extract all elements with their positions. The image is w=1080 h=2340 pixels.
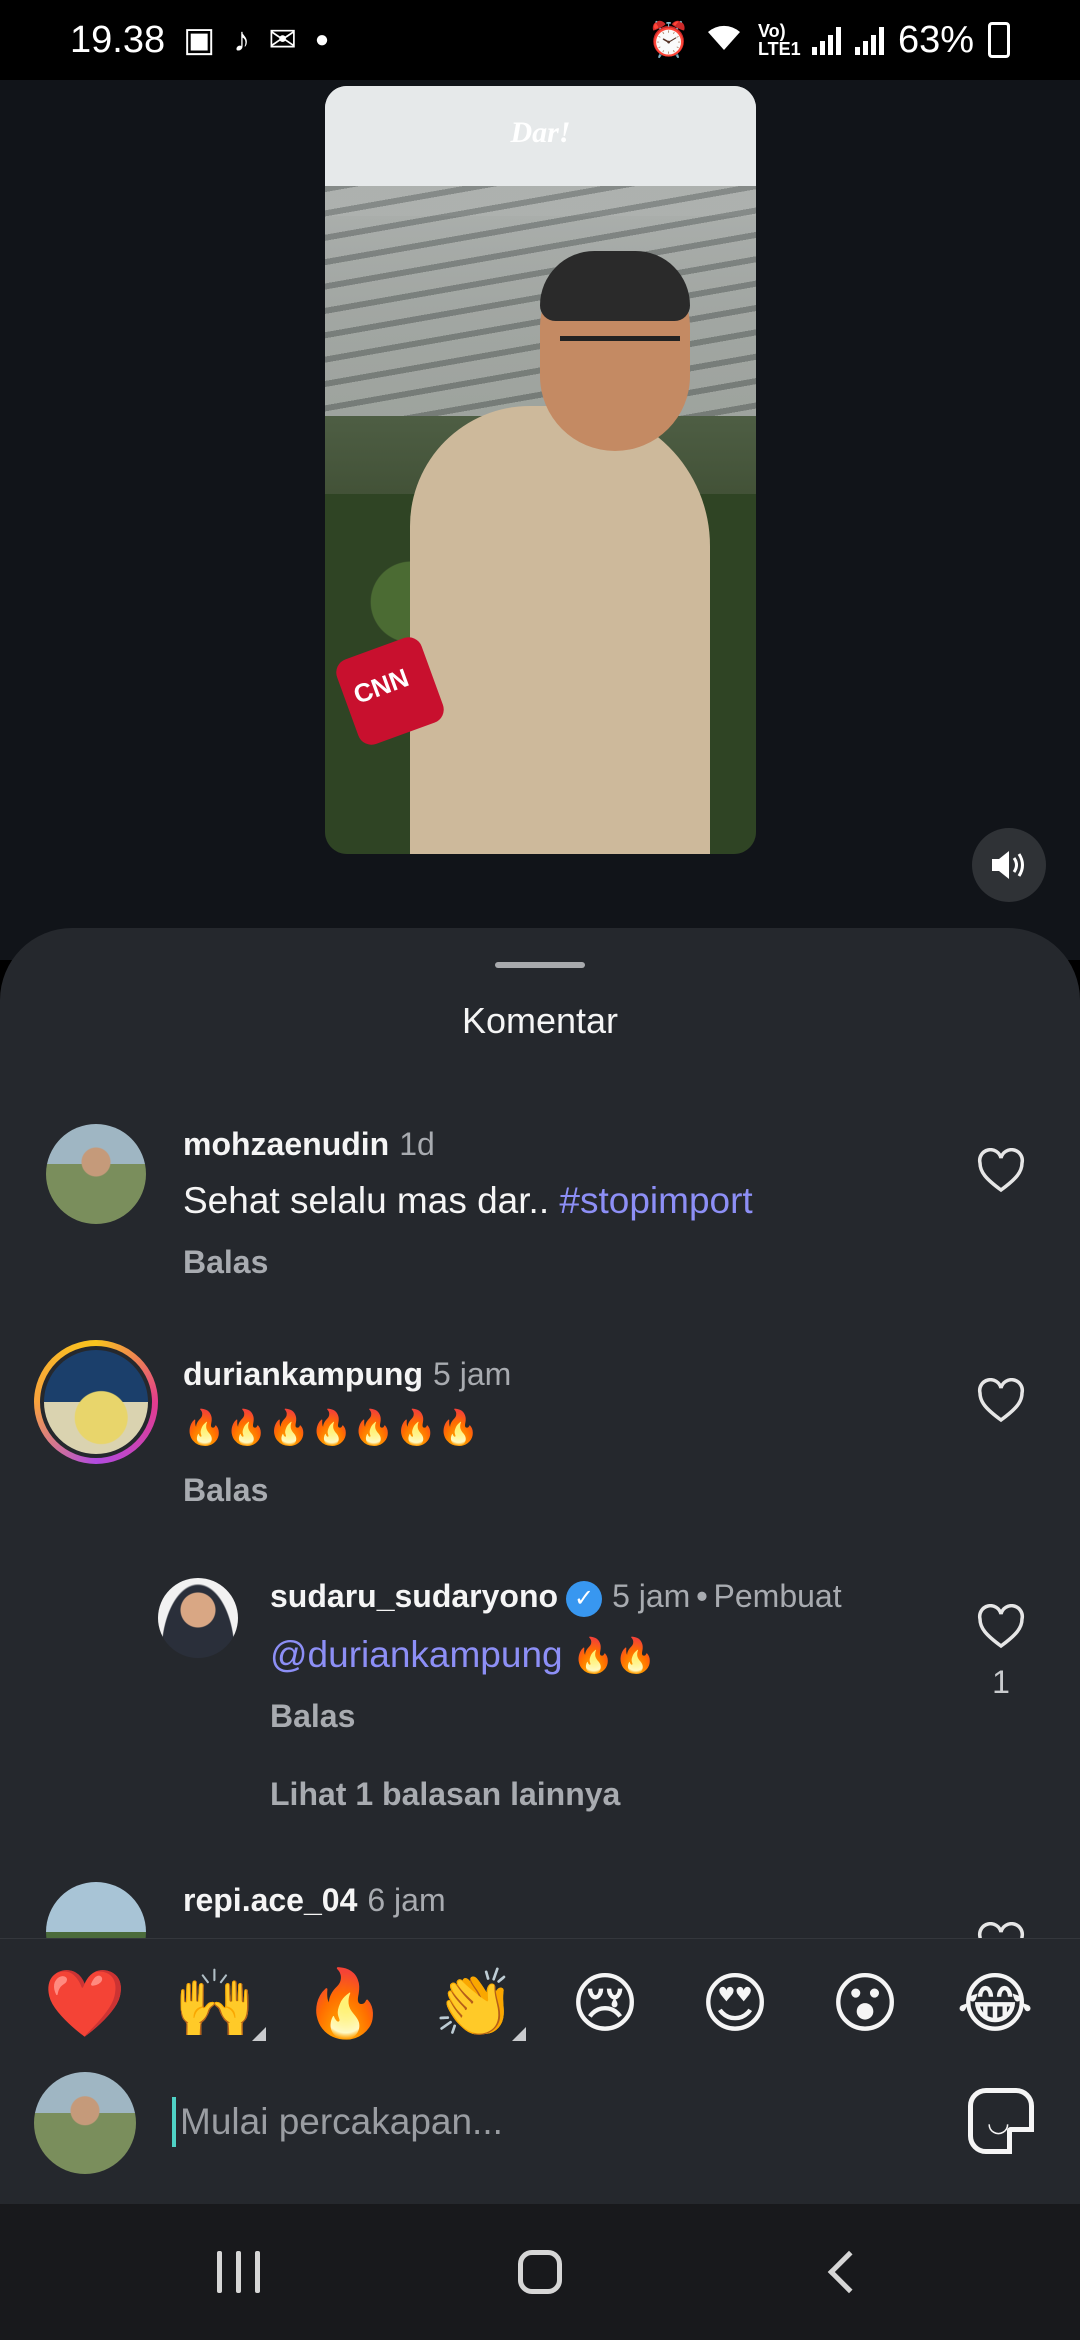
sticker-button[interactable]: ◡ [968, 2088, 1034, 2154]
recents-button[interactable] [188, 2234, 288, 2310]
sticker-icon: ◡ [987, 2107, 1010, 2137]
emoji-quick-bar: ❤️ 🙌 🔥 👏 😢 😍 😮 😂 [0, 1938, 1080, 2068]
video-watermark: Dar! [510, 116, 571, 149]
battery-percent: 63% [897, 18, 974, 61]
view-more-replies-button[interactable]: Lihat 1 balasan lainnya [270, 1776, 620, 1813]
comment-time: 6 jam [367, 1882, 446, 1918]
alarm-icon: ⏰ [647, 21, 690, 59]
recents-icon [216, 2251, 260, 2293]
comment-time: 5 jam [612, 1578, 691, 1614]
username-text[interactable]: sudaru_sudaryono [270, 1578, 558, 1614]
like-count: 1 [992, 1664, 1010, 1700]
comment-time: 5 jam [433, 1356, 512, 1392]
video-player[interactable]: CNN Dar! [325, 86, 756, 854]
emoji-raising-hands[interactable]: 🙌 [170, 1965, 266, 2043]
tiktok-icon: ♪ [233, 21, 251, 59]
wifi-icon [704, 20, 744, 60]
comment-body: 🔥🔥 [562, 1637, 657, 1675]
current-user-avatar [34, 2072, 136, 2174]
comment-text: @duriankampung 🔥🔥 [270, 1634, 657, 1676]
back-button[interactable] [792, 2234, 892, 2310]
mention-link[interactable]: @duriankampung [270, 1634, 563, 1675]
sheet-title: Komentar [461, 1000, 619, 1041]
username-text[interactable]: mohzaenudin [183, 1126, 389, 1162]
username-text[interactable]: repi.ace_04 [183, 1882, 357, 1918]
comment-time: 1d [399, 1126, 435, 1162]
home-button[interactable] [490, 2234, 590, 2310]
status-right: ⏰ Vo) LTE1 63% [648, 19, 1010, 62]
comment-text: Sehat selalu mas dar.. #stopimport [183, 1180, 753, 1222]
comment-username[interactable]: duriankampung 5 jam [183, 1356, 511, 1393]
battery-icon [988, 22, 1010, 58]
comment-text: 🔥🔥🔥🔥🔥🔥🔥 [183, 1409, 480, 1447]
heart-icon[interactable] [976, 1604, 1026, 1650]
home-icon [518, 2250, 562, 2294]
dot-icon: ● [314, 26, 330, 53]
comment-body: Sehat selalu mas dar.. [183, 1180, 560, 1221]
verified-badge-icon: ✓ [566, 1580, 603, 1617]
emoji-laughing[interactable]: 😂 [950, 1965, 1040, 2042]
username-text[interactable]: duriankampung [183, 1356, 423, 1392]
heart-icon[interactable] [976, 1378, 1026, 1424]
emoji-fire[interactable]: 🔥 [300, 1965, 390, 2043]
emoji-heart[interactable]: ❤️ [40, 1965, 130, 2043]
comment-username[interactable]: mohzaenudin 1d [183, 1126, 435, 1163]
hashtag-link[interactable]: #stopimport [559, 1180, 752, 1221]
status-left: 19.38 ▣ ♪ ✉ ● [70, 19, 329, 62]
status-time: 19.38 [70, 18, 166, 61]
comment-input[interactable]: Mulai percakapan... [172, 2090, 912, 2154]
volume-button[interactable] [972, 828, 1046, 902]
video-area: CNN Dar! [0, 80, 1080, 960]
emoji-surprised[interactable]: 😮 [820, 1965, 910, 2042]
comment-username[interactable]: repi.ace_04 6 jam [183, 1882, 446, 1919]
emoji-heart-eyes[interactable]: 😍 [690, 1965, 780, 2042]
signal-icon-2 [854, 25, 884, 55]
video-person-hair [540, 251, 690, 321]
comment-item: mohzaenudin 1d Sehat selalu mas dar.. #st… [0, 1124, 1080, 1304]
signal-icon [811, 25, 841, 55]
reply-button[interactable]: Balas [270, 1698, 355, 1735]
chat-icon: ✉ [268, 21, 297, 59]
status-bar: 19.38 ▣ ♪ ✉ ● ⏰ Vo) LTE1 63% [0, 0, 1080, 80]
reply-button[interactable]: Balas [183, 1244, 268, 1281]
text-caret [172, 2097, 176, 2147]
system-nav-bar [0, 2204, 1080, 2340]
emoji-clapping[interactable]: 👏 [430, 1965, 526, 2043]
avatar[interactable] [158, 1578, 238, 1658]
gallery-icon: ▣ [183, 21, 216, 59]
emoji-crying[interactable]: 😢 [560, 1965, 650, 2042]
avatar[interactable] [46, 1124, 146, 1224]
comment-username[interactable]: sudaru_sudaryono ✓ 5 jam • Pembuat [270, 1578, 842, 1617]
sheet-grabber[interactable] [495, 962, 585, 968]
video-person-body [410, 406, 710, 854]
network-label: Vo) LTE1 [757, 21, 801, 59]
video-person-glasses [560, 336, 680, 356]
back-icon [827, 2250, 871, 2294]
comment-input-row: Mulai percakapan... ◡ [0, 2068, 1080, 2204]
dot-separator: • [696, 1578, 708, 1614]
heart-icon[interactable] [976, 1148, 1026, 1194]
comment-item: duriankampung 5 jam 🔥🔥🔥🔥🔥🔥🔥 Balas [0, 1340, 1080, 1524]
speaker-icon [992, 851, 1024, 879]
creator-label: Pembuat [713, 1578, 842, 1614]
comment-input-placeholder: Mulai percakapan... [180, 2101, 503, 2142]
avatar-story-ring[interactable] [34, 1340, 158, 1464]
reply-button[interactable]: Balas [183, 1472, 268, 1509]
avatar [40, 1346, 152, 1458]
